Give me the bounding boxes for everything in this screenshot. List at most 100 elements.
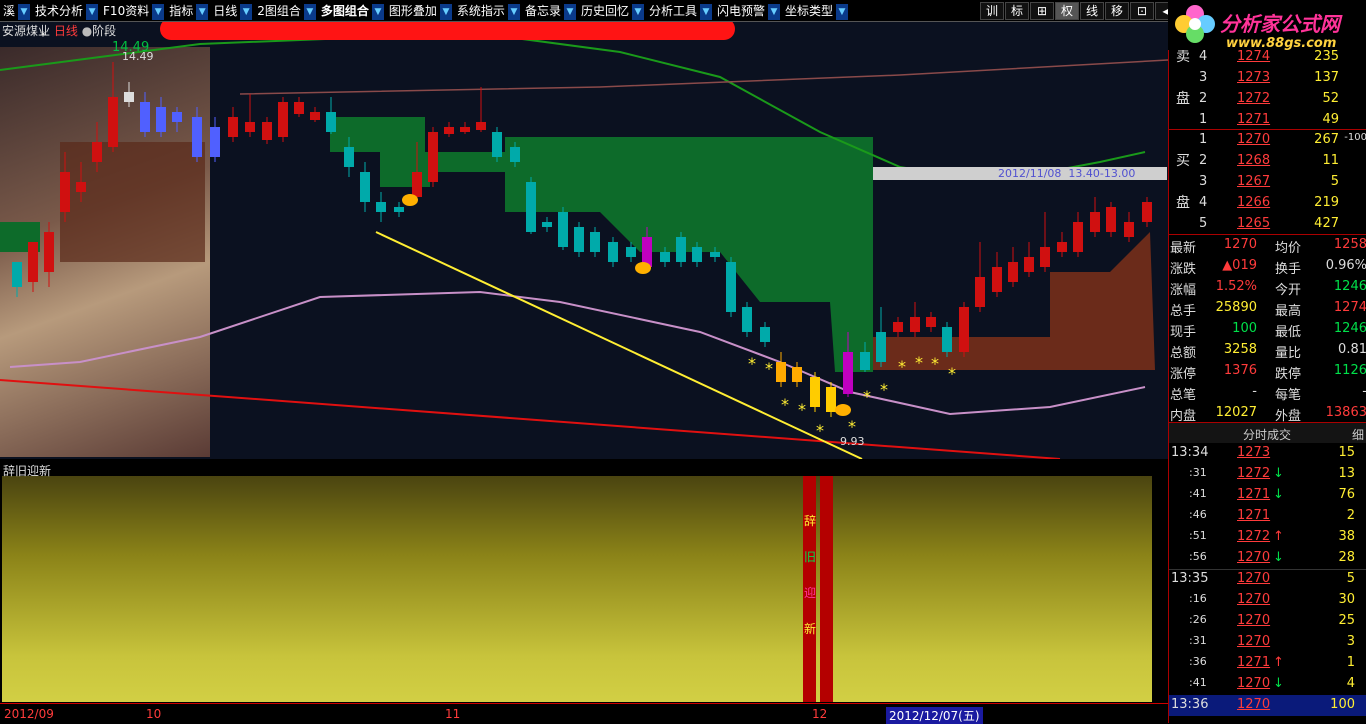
detail-button[interactable]: 细	[1352, 426, 1364, 443]
candle-body	[444, 127, 454, 134]
vertical-char: 旧	[804, 550, 817, 564]
candle-body	[826, 387, 836, 412]
trade-price: 1271	[1237, 487, 1271, 502]
dropdown-arrow-icon[interactable]: ▼	[631, 4, 644, 20]
quote-value: -	[1252, 384, 1257, 399]
candle-body	[860, 352, 870, 370]
menu-item[interactable]: 溪	[0, 0, 18, 22]
dropdown-arrow-icon[interactable]: ▼	[768, 4, 780, 20]
trade-row: :56 1270 ↓ 28	[1169, 548, 1366, 569]
candle-body	[726, 262, 736, 312]
stage-label: 阶段	[92, 24, 117, 38]
brown-zone	[873, 232, 1155, 370]
quote-value: 100	[1232, 321, 1257, 336]
menu-item[interactable]: 系统指示	[454, 0, 508, 22]
trade-time: 13:35	[1171, 571, 1209, 586]
bid-volume: 219	[1314, 195, 1339, 210]
signal-star-icon: *	[863, 387, 871, 406]
dropdown-arrow-icon[interactable]: ▼	[240, 4, 253, 20]
trade-row: :31 1272 ↓ 13	[1169, 464, 1366, 485]
signal-star-icon: *	[765, 359, 773, 378]
menu-item[interactable]: 备忘录	[522, 0, 564, 22]
menu-item[interactable]: 历史回忆	[578, 0, 632, 22]
candle-body	[959, 307, 969, 352]
menu-item[interactable]: 多图组合	[318, 0, 372, 22]
toolbar-button[interactable]: 权	[1055, 2, 1079, 20]
candle-body	[608, 242, 618, 262]
toolbar-button[interactable]: 移	[1105, 2, 1129, 20]
flower-logo-icon	[1175, 5, 1215, 43]
dropdown-arrow-icon[interactable]: ▼	[836, 4, 849, 20]
trade-row: 13:35 1270 5	[1169, 569, 1366, 590]
logo-title: 分析家公式网	[1220, 12, 1340, 36]
trade-row: :36 1271 ↑ 1	[1169, 653, 1366, 674]
dropdown-arrow-icon[interactable]: ▼	[152, 4, 165, 20]
candle-body	[210, 127, 220, 157]
candle-body	[1024, 257, 1034, 272]
brown-zone	[60, 142, 205, 262]
buy-side-label: 盘	[1176, 195, 1190, 211]
menu-item[interactable]: 日线	[210, 0, 240, 22]
dropdown-arrow-icon[interactable]: ▼	[563, 4, 576, 20]
menu-item[interactable]: F10资料	[100, 0, 152, 22]
signal-star-icon: *	[898, 357, 906, 376]
menu-item[interactable]: 闪电预警	[714, 0, 768, 22]
quote-value: 1126	[1333, 363, 1366, 378]
dropdown-arrow-icon[interactable]: ▼	[86, 4, 99, 20]
menu-item[interactable]: 图形叠加	[386, 0, 440, 22]
trade-row: 13:34 1273 15	[1169, 443, 1366, 464]
current-date: 2012/12/07(五)	[886, 707, 983, 724]
toolbar-button[interactable]: 标	[1005, 2, 1029, 20]
menu-item[interactable]: 指标	[166, 0, 196, 22]
candle-body	[792, 367, 802, 382]
menu-item[interactable]: 技术分析	[32, 0, 86, 22]
green-zone	[330, 117, 873, 372]
dropdown-arrow-icon[interactable]: ▼	[699, 4, 712, 20]
candle-body	[942, 327, 952, 352]
dropdown-arrow-icon[interactable]: ▼	[507, 4, 520, 20]
arrow-down-icon: ↓	[1273, 676, 1284, 691]
candle-body	[926, 317, 936, 327]
bid-volume: 427	[1314, 216, 1339, 231]
trade-time: 13:34	[1171, 445, 1209, 460]
trade-row: :51 1272 ↑ 38	[1169, 527, 1366, 548]
menu-item[interactable]: 坐标类型	[782, 0, 836, 22]
ask-price: 1273	[1237, 70, 1271, 85]
quote-value: 1270	[1223, 237, 1257, 252]
low-label: 9.93	[840, 435, 865, 448]
trade-volume: 4	[1346, 676, 1355, 691]
candle-body	[1090, 212, 1100, 232]
trade-time: :51	[1189, 529, 1207, 542]
x-tick: 2012/09	[4, 707, 54, 721]
quote-row: 总笔 - 每笔 -	[1169, 382, 1366, 403]
signal-star-icon: *	[880, 380, 888, 399]
kline-chart[interactable]: **************** 安源煤业 日线 ●阶段 14.49 14.49…	[0, 22, 1168, 459]
ask-volume: 137	[1314, 70, 1339, 85]
bid-volume: 267	[1314, 132, 1339, 147]
bid-level: 4	[1199, 195, 1208, 210]
candle-body	[310, 112, 320, 120]
menu-item[interactable]: 分析工具	[646, 0, 700, 22]
dropdown-arrow-icon[interactable]: ▼	[196, 4, 209, 20]
quote-label: 涨停	[1170, 367, 1197, 382]
toolbar-button[interactable]: ⊡	[1130, 2, 1154, 20]
dropdown-arrow-icon[interactable]: ▼	[439, 4, 452, 20]
candle-body	[574, 227, 584, 252]
dropdown-arrow-icon[interactable]: ▼	[303, 4, 316, 20]
toolbar-button[interactable]: ⊞	[1030, 2, 1054, 20]
menu-item[interactable]: 2图组合	[254, 0, 304, 22]
indicator-panel[interactable]: 辞旧迎新 辞 旧 迎 新	[0, 462, 1168, 702]
trend-red-line	[0, 379, 1061, 459]
quote-value: 25890	[1215, 300, 1257, 315]
toolbar-button[interactable]: 训	[980, 2, 1004, 20]
dropdown-arrow-icon[interactable]: ▼	[371, 4, 384, 20]
trade-time: :41	[1189, 487, 1207, 500]
candle-body	[760, 327, 770, 342]
trade-volume: 100	[1330, 697, 1355, 712]
toolbar-button[interactable]: 线	[1080, 2, 1104, 20]
trade-price: 1273	[1237, 445, 1271, 460]
trade-volume: 15	[1338, 445, 1355, 460]
quote-row: 涨停 1376 跌停 1126	[1169, 361, 1366, 382]
indicator-background	[2, 476, 1152, 702]
dropdown-arrow-icon[interactable]: ▼	[18, 4, 31, 20]
